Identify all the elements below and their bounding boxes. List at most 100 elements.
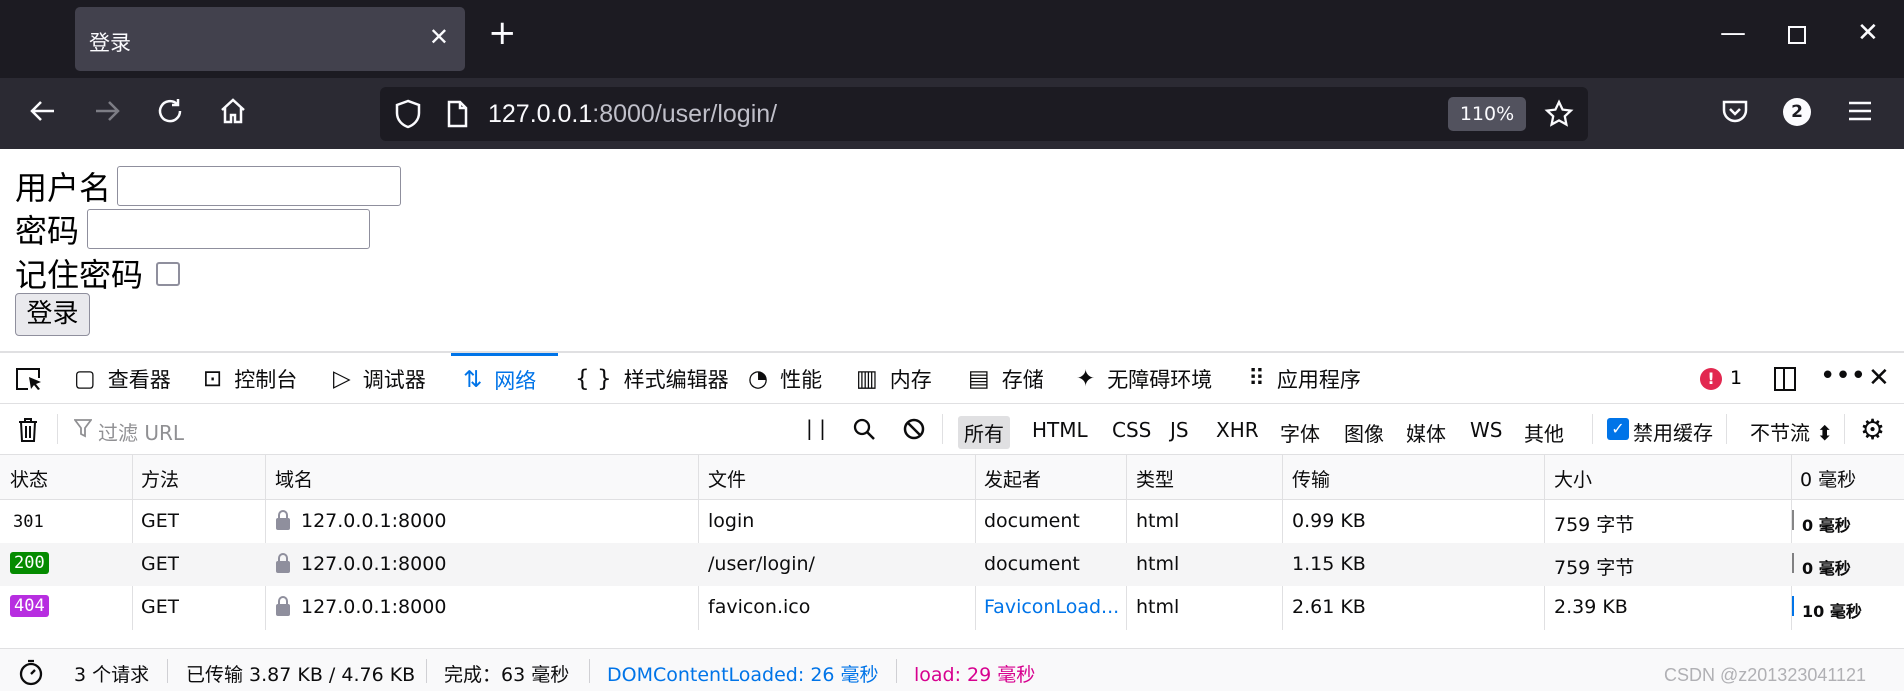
column-size[interactable]: 大小: [1554, 465, 1592, 492]
error-count: 1: [1730, 367, 1743, 389]
filter-xhr[interactable]: XHR: [1210, 416, 1265, 444]
filter-url-input[interactable]: 过滤 URL: [98, 417, 184, 446]
tab-application[interactable]: ⠿ 应用程序: [1248, 353, 1361, 404]
search-icon[interactable]: [852, 417, 876, 445]
divider: [1844, 414, 1845, 444]
column-status[interactable]: 状态: [10, 465, 48, 492]
tab-accessibility[interactable]: ✦ 无障碍环境: [1076, 353, 1212, 404]
column-domain[interactable]: 域名: [275, 465, 313, 492]
type-cell: html: [1136, 553, 1180, 575]
close-window-icon[interactable]: ✕: [1857, 20, 1879, 46]
forward-icon[interactable]: [92, 96, 122, 132]
filter-all[interactable]: 所有: [958, 416, 1010, 449]
time-cell: 0 毫秒: [1802, 516, 1851, 535]
column-type[interactable]: 类型: [1136, 465, 1174, 492]
close-tab-icon[interactable]: ✕: [429, 23, 449, 51]
settings-gear-icon[interactable]: ⚙: [1860, 413, 1885, 446]
account-badge[interactable]: 2: [1783, 98, 1811, 126]
username-input[interactable]: [117, 166, 401, 206]
table-row[interactable]: 200 GET 127.0.0.1:8000 /user/login/ docu…: [0, 543, 1904, 586]
column-file[interactable]: 文件: [708, 465, 746, 492]
network-status-bar: 3 个请求 已传输 3.87 KB / 4.76 KB 完成：63 毫秒 DOM…: [0, 648, 1904, 691]
time-cell: 0 毫秒: [1802, 559, 1851, 578]
filter-other[interactable]: 其他: [1518, 416, 1570, 449]
password-input[interactable]: [87, 209, 370, 249]
tab-inspector[interactable]: ▢ 查看器: [74, 353, 171, 404]
console-icon: ⊡: [203, 365, 223, 392]
filter-icon: [73, 418, 93, 442]
username-label: 用户名: [15, 169, 112, 207]
shield-icon[interactable]: [394, 99, 422, 133]
accessibility-icon: ✦: [1076, 365, 1096, 392]
table-row[interactable]: 301 GET 127.0.0.1:8000 login document ht…: [0, 500, 1904, 543]
finish-time: 完成：63 毫秒: [444, 664, 570, 686]
chip-icon: ▥: [856, 365, 878, 392]
debugger-icon: ▷: [333, 365, 351, 392]
password-label: 密码: [15, 212, 80, 250]
filter-html[interactable]: HTML: [1026, 416, 1094, 444]
filter-css[interactable]: CSS: [1106, 416, 1157, 444]
throttle-select[interactable]: 不节流 ⬍: [1750, 417, 1833, 446]
zoom-level[interactable]: 110%: [1448, 97, 1526, 131]
dock-icon[interactable]: [1772, 365, 1798, 397]
address-bar[interactable]: 127.0.0.1:8000/user/login/ 110%: [380, 87, 1588, 141]
filter-media[interactable]: 媒体: [1400, 416, 1452, 449]
filter-images[interactable]: 图像: [1338, 416, 1390, 449]
type-cell: html: [1136, 510, 1180, 532]
method-cell: GET: [141, 553, 180, 575]
pause-icon[interactable]: | |: [806, 416, 826, 440]
more-options-icon[interactable]: •••: [1820, 361, 1866, 391]
divider: [896, 659, 897, 683]
home-icon[interactable]: [218, 96, 248, 132]
bookmark-star-icon[interactable]: [1544, 99, 1574, 133]
storage-icon: ▤: [968, 365, 990, 392]
initiator-cell: document: [984, 510, 1080, 532]
disable-cache-label: 禁用缓存: [1633, 421, 1713, 445]
initiator-link[interactable]: FaviconLoad...: [984, 596, 1119, 618]
tab-network[interactable]: ⇅ 网络: [451, 353, 558, 404]
status-code: 301: [13, 512, 44, 532]
column-transferred[interactable]: 传输: [1292, 465, 1330, 492]
column-method[interactable]: 方法: [141, 465, 179, 492]
tab-debugger[interactable]: ▷ 调试器: [333, 353, 426, 404]
tab-console[interactable]: ⊡ 控制台: [203, 353, 297, 404]
timing-bar: [1792, 596, 1794, 616]
pocket-icon[interactable]: [1720, 96, 1750, 132]
url-text[interactable]: 127.0.0.1:8000/user/login/: [488, 100, 777, 129]
divider: [1726, 414, 1727, 444]
block-icon[interactable]: [902, 417, 926, 445]
lock-icon: [275, 552, 291, 574]
disable-cache-checkbox[interactable]: ✓: [1607, 418, 1629, 440]
back-icon[interactable]: [28, 96, 58, 132]
close-devtools-icon[interactable]: ✕: [1868, 363, 1890, 393]
table-row[interactable]: 404 GET 127.0.0.1:8000 favicon.ico Favic…: [0, 586, 1904, 629]
filter-js[interactable]: JS: [1164, 416, 1195, 444]
page-info-icon[interactable]: [446, 100, 468, 132]
minimize-icon[interactable]: —: [1720, 20, 1746, 46]
file-cell: /user/login/: [708, 553, 815, 575]
divider: [57, 414, 58, 444]
browser-tab[interactable]: 登录 ✕: [75, 7, 465, 71]
menu-icon[interactable]: [1846, 96, 1874, 132]
filter-fonts[interactable]: 字体: [1274, 416, 1326, 449]
stopwatch-icon[interactable]: [18, 658, 44, 690]
filter-ws[interactable]: WS: [1464, 416, 1508, 444]
tab-style-editor[interactable]: { } 样式编辑器: [575, 353, 729, 404]
request-table-header: 状态 方法 域名 文件 发起者 类型 传输 大小 0 毫秒: [0, 455, 1904, 500]
file-cell: login: [708, 510, 755, 532]
remember-checkbox[interactable]: [156, 262, 180, 286]
new-tab-button[interactable]: +: [488, 16, 517, 50]
tab-storage[interactable]: ▤ 存储: [968, 353, 1044, 404]
column-initiator[interactable]: 发起者: [984, 465, 1041, 492]
tab-strip: 登录 ✕ + — ✕: [0, 0, 1904, 78]
login-button[interactable]: 登录: [15, 293, 90, 336]
tab-performance[interactable]: ◔ 性能: [748, 353, 822, 404]
element-picker-icon[interactable]: [14, 366, 44, 396]
column-timeline[interactable]: 0 毫秒: [1800, 465, 1856, 492]
tab-memory[interactable]: ▥ 内存: [856, 353, 932, 404]
maximize-icon[interactable]: [1787, 24, 1807, 50]
error-icon[interactable]: !: [1700, 368, 1722, 390]
domain-cell: 127.0.0.1:8000: [301, 510, 447, 532]
reload-icon[interactable]: [155, 96, 185, 132]
trash-icon[interactable]: [16, 416, 40, 448]
